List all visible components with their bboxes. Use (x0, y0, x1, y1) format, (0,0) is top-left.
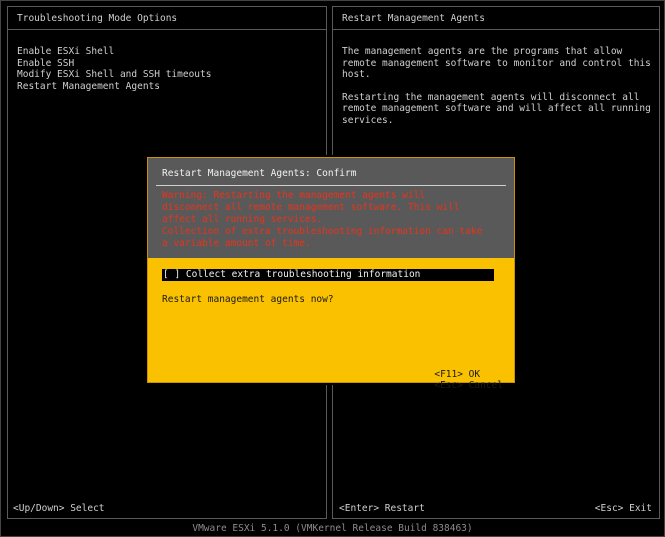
menu-item-enable-ssh[interactable]: Enable SSH (17, 58, 211, 70)
dialog-divider (156, 185, 506, 186)
warning-text: Warning: Restarting the management agent… (162, 190, 460, 225)
menu-item-restart-management-agents[interactable]: Restart Management Agents (17, 81, 211, 93)
status-hint-exit: <Esc> Exit (594, 503, 652, 514)
status-hint-restart: <Enter> Restart (339, 503, 425, 514)
dialog-question: Restart management agents now? (162, 294, 334, 305)
menu-item-enable-esxi-shell[interactable]: Enable ESXi Shell (17, 46, 211, 58)
dialog-title: Restart Management Agents: Confirm (162, 168, 357, 179)
description-paragraph-2: Restarting the management agents will di… (342, 91, 651, 126)
options-menu: Enable ESXi Shell Enable SSH Modify ESXi… (17, 46, 211, 92)
options-panel-title: Troubleshooting Mode Options (17, 13, 178, 24)
dialog-header: Restart Management Agents: Confirm Warni… (148, 158, 514, 258)
status-hint-select: <Up/Down> Select (13, 503, 105, 514)
confirm-dialog: Restart Management Agents: Confirm Warni… (147, 157, 515, 391)
divider (8, 29, 326, 30)
divider (333, 29, 659, 30)
description-panel-title: Restart Management Agents (342, 13, 485, 24)
description-text: The management agents are the programs t… (342, 46, 653, 137)
collect-info-checkbox[interactable]: [ ] Collect extra troubleshooting inform… (162, 269, 494, 281)
version-footer: VMware ESXi 5.1.0 (VMKernel Release Buil… (192, 523, 473, 534)
cancel-button[interactable]: <Esc> Cancel (434, 380, 503, 391)
warning-note: Collection of extra troubleshooting info… (162, 226, 483, 249)
menu-item-modify-timeouts[interactable]: Modify ESXi Shell and SSH timeouts (17, 69, 211, 81)
dialog-warning: Warning: Restarting the management agent… (162, 190, 484, 250)
dialog-buttons: <F11> OK <Esc> Cancel (390, 358, 503, 402)
description-paragraph-1: The management agents are the programs t… (342, 46, 651, 80)
ok-button[interactable]: <F11> OK (434, 369, 480, 380)
console-screen: Troubleshooting Mode Options Enable ESXi… (0, 0, 665, 537)
